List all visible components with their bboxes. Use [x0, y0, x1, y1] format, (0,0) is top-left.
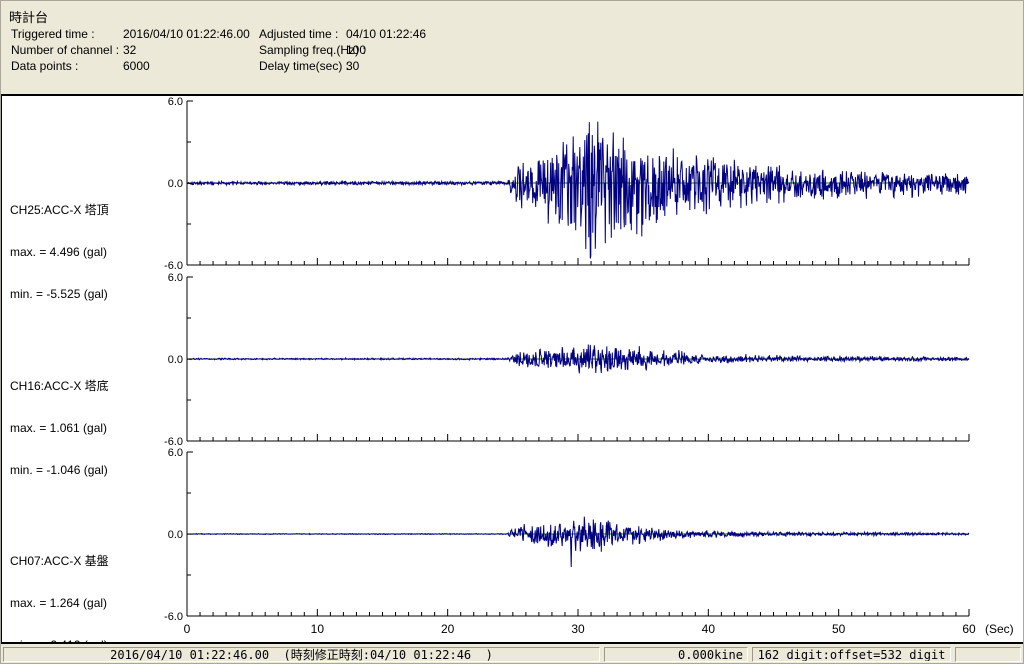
svg-text:10: 10	[311, 622, 325, 636]
data-points-label: Data points :	[11, 59, 79, 73]
app-window: 時計台 Triggered time : 2016/04/10 01:22:46…	[0, 0, 1024, 664]
svg-text:50: 50	[832, 622, 846, 636]
svg-text:6.0: 6.0	[168, 272, 183, 284]
svg-text:40: 40	[702, 622, 716, 636]
status-kine-panel: 0.000kine	[604, 647, 748, 662]
svg-text:0: 0	[184, 622, 191, 636]
channel-count-value: 32	[123, 43, 137, 57]
waveform-area: CH25:ACC-X 塔頂 max. = 4.496 (gal) min. = …	[1, 94, 1023, 652]
svg-text:(Sec): (Sec)	[985, 622, 1014, 636]
data-points-value: 6000	[123, 59, 150, 73]
adjusted-time-value: 04/10 01:22:46	[346, 27, 427, 41]
status-extra-panel	[955, 647, 1021, 662]
status-digit-panel: 162 digit:offset=532 digit	[752, 647, 951, 662]
waveform-plot-svg: 6.00.0-6.06.00.0-6.06.00.0-6.00 10 20 30 40 5…	[164, 96, 1014, 636]
delay-time-label: Delay time(sec) :	[259, 59, 350, 73]
svg-text:0.0: 0.0	[168, 529, 183, 541]
channel-count-label: Number of channel :	[11, 43, 120, 57]
svg-text:6.0: 6.0	[168, 96, 183, 108]
delay-time-value: 30	[346, 59, 360, 73]
svg-text:-6.0: -6.0	[164, 611, 183, 623]
header-panel: 時計台 Triggered time : 2016/04/10 01:22:46…	[1, 1, 1023, 94]
triggered-time-value: 2016/04/10 01:22:46.00	[123, 27, 250, 41]
sampling-freq-value: 100	[346, 43, 367, 57]
svg-text:-6.0: -6.0	[164, 260, 183, 272]
svg-text:20: 20	[441, 622, 455, 636]
svg-text:6.0: 6.0	[168, 447, 183, 459]
status-time-panel: 2016/04/10 01:22:46.00 (時刻修正時刻:04/10 01:…	[3, 647, 600, 662]
page-title: 時計台	[9, 10, 49, 25]
adjusted-time-label: Adjusted time :	[259, 27, 339, 41]
svg-text:30: 30	[571, 622, 585, 636]
svg-text:60: 60	[962, 622, 976, 636]
svg-text:0.0: 0.0	[168, 178, 183, 190]
svg-text:0.0: 0.0	[168, 354, 183, 366]
triggered-time-label: Triggered time :	[11, 27, 95, 41]
status-bar: 2016/04/10 01:22:46.00 (時刻修正時刻:04/10 01:…	[1, 642, 1023, 663]
